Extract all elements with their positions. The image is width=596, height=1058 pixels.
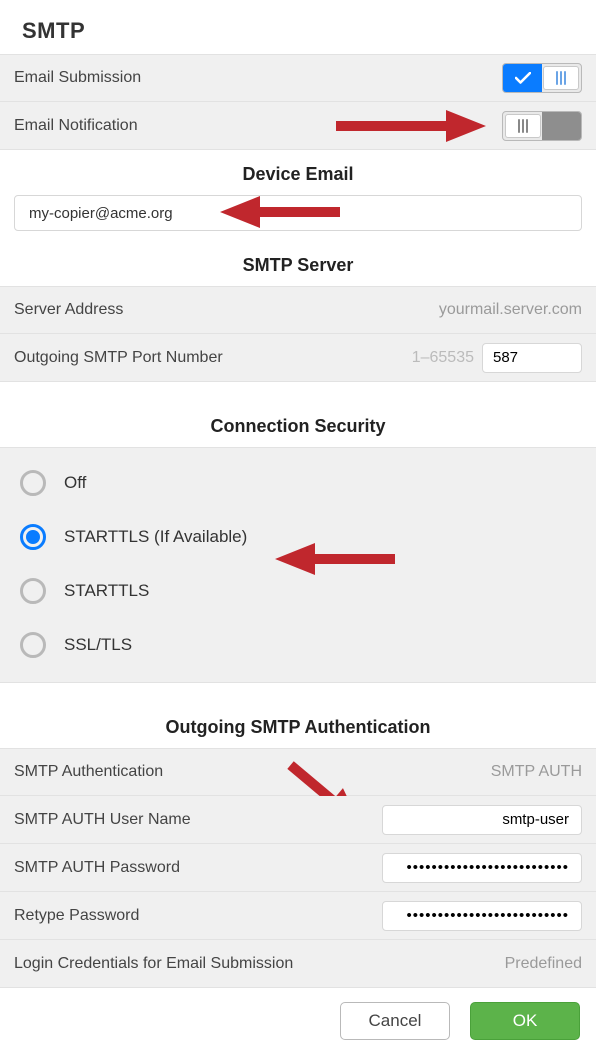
row-smtp-auth: SMTP Authentication SMTP AUTH — [0, 748, 596, 796]
radio-label: STARTTLS — [64, 581, 149, 601]
ok-button[interactable]: OK — [470, 1002, 580, 1040]
device-email-field-wrap — [0, 195, 596, 241]
port-hint: 1–65535 — [412, 349, 474, 367]
value-login-credentials[interactable]: Predefined — [505, 955, 582, 973]
radio-icon — [20, 470, 46, 496]
radio-label: STARTTLS (If Available) — [64, 527, 247, 547]
toggle-email-submission[interactable] — [502, 63, 582, 93]
row-login-credentials: Login Credentials for Email Submission P… — [0, 940, 596, 988]
radio-starttls-if-available[interactable]: STARTTLS (If Available) — [0, 510, 596, 564]
radio-off[interactable]: Off — [0, 456, 596, 510]
label-email-submission: Email Submission — [14, 69, 502, 87]
toggle-email-notification[interactable] — [502, 111, 582, 141]
row-retype-password: Retype Password — [0, 892, 596, 940]
toggle-knob — [505, 114, 541, 138]
header-smtp-auth: Outgoing SMTP Authentication — [0, 703, 596, 748]
row-username: SMTP AUTH User Name — [0, 796, 596, 844]
check-icon — [515, 72, 531, 84]
label-port: Outgoing SMTP Port Number — [14, 349, 412, 367]
header-smtp-server: SMTP Server — [0, 241, 596, 286]
radio-label: SSL/TLS — [64, 635, 132, 655]
port-input[interactable] — [482, 343, 582, 373]
radio-icon — [20, 524, 46, 550]
radio-label: Off — [64, 473, 86, 493]
header-connection-security: Connection Security — [0, 402, 596, 447]
label-email-notification: Email Notification — [14, 117, 502, 135]
retype-password-input[interactable] — [382, 901, 582, 931]
header-device-email: Device Email — [0, 150, 596, 195]
row-password: SMTP AUTH Password — [0, 844, 596, 892]
page-title: SMTP — [0, 0, 596, 54]
label-retype-password: Retype Password — [14, 907, 382, 925]
row-server-address: Server Address yourmail.server.com — [0, 286, 596, 334]
toggle-knob — [543, 66, 579, 90]
device-email-input[interactable] — [14, 195, 582, 231]
toggle-check-area — [503, 64, 542, 92]
row-email-notification: Email Notification — [0, 102, 596, 150]
radio-group-connection-security: Off STARTTLS (If Available) STARTTLS SSL… — [0, 447, 596, 683]
label-smtp-auth: SMTP Authentication — [14, 763, 491, 781]
radio-ssltls[interactable]: SSL/TLS — [0, 618, 596, 672]
radio-icon — [20, 632, 46, 658]
label-server-address: Server Address — [14, 301, 439, 319]
label-login-credentials: Login Credentials for Email Submission — [14, 955, 505, 973]
row-port: Outgoing SMTP Port Number 1–65535 — [0, 334, 596, 382]
label-username: SMTP AUTH User Name — [14, 811, 382, 829]
username-input[interactable] — [382, 805, 582, 835]
radio-icon — [20, 578, 46, 604]
password-input[interactable] — [382, 853, 582, 883]
value-server-address[interactable]: yourmail.server.com — [439, 301, 582, 319]
value-smtp-auth[interactable]: SMTP AUTH — [491, 763, 582, 781]
row-email-submission: Email Submission — [0, 54, 596, 102]
cancel-button[interactable]: Cancel — [340, 1002, 450, 1040]
radio-starttls[interactable]: STARTTLS — [0, 564, 596, 618]
label-password: SMTP AUTH Password — [14, 859, 382, 877]
